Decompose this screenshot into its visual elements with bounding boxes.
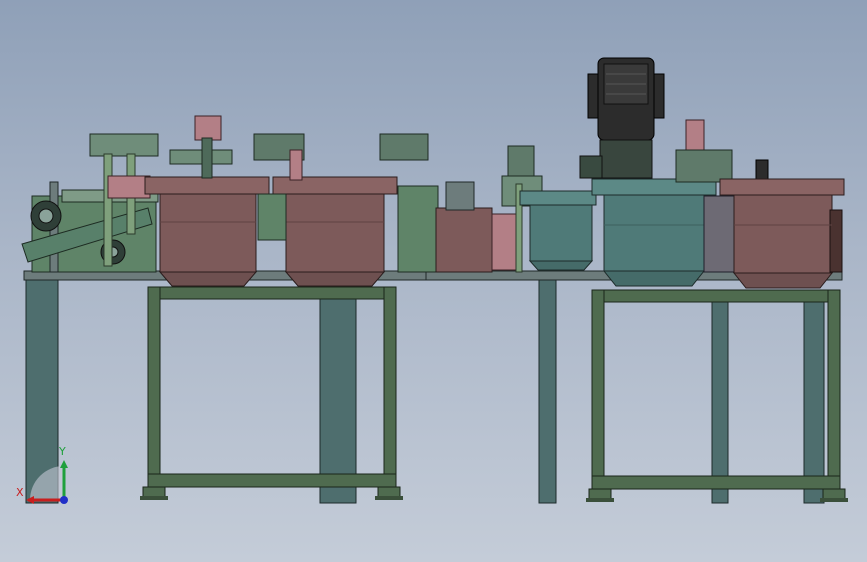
center-mechanism [397,145,543,273]
bin-3 [519,190,597,271]
triad-y-label: Y [58,445,66,458]
cad-viewport[interactable]: X Y [0,0,867,562]
left-feeder-mechanism [21,133,159,273]
left-mid-leg [319,279,357,504]
right-leg-group [711,289,825,504]
triad-x-label: X [16,486,24,499]
triad-z-axis [60,496,68,504]
bin-5 [719,178,845,289]
left-stand-frame [140,286,403,500]
bin-4 [591,178,717,287]
left-leg-group [25,279,557,504]
motor-assembly [579,57,665,179]
assembly-model-view[interactable]: X Y [0,0,867,562]
center-leg [538,279,557,504]
bin-1 [144,115,270,287]
